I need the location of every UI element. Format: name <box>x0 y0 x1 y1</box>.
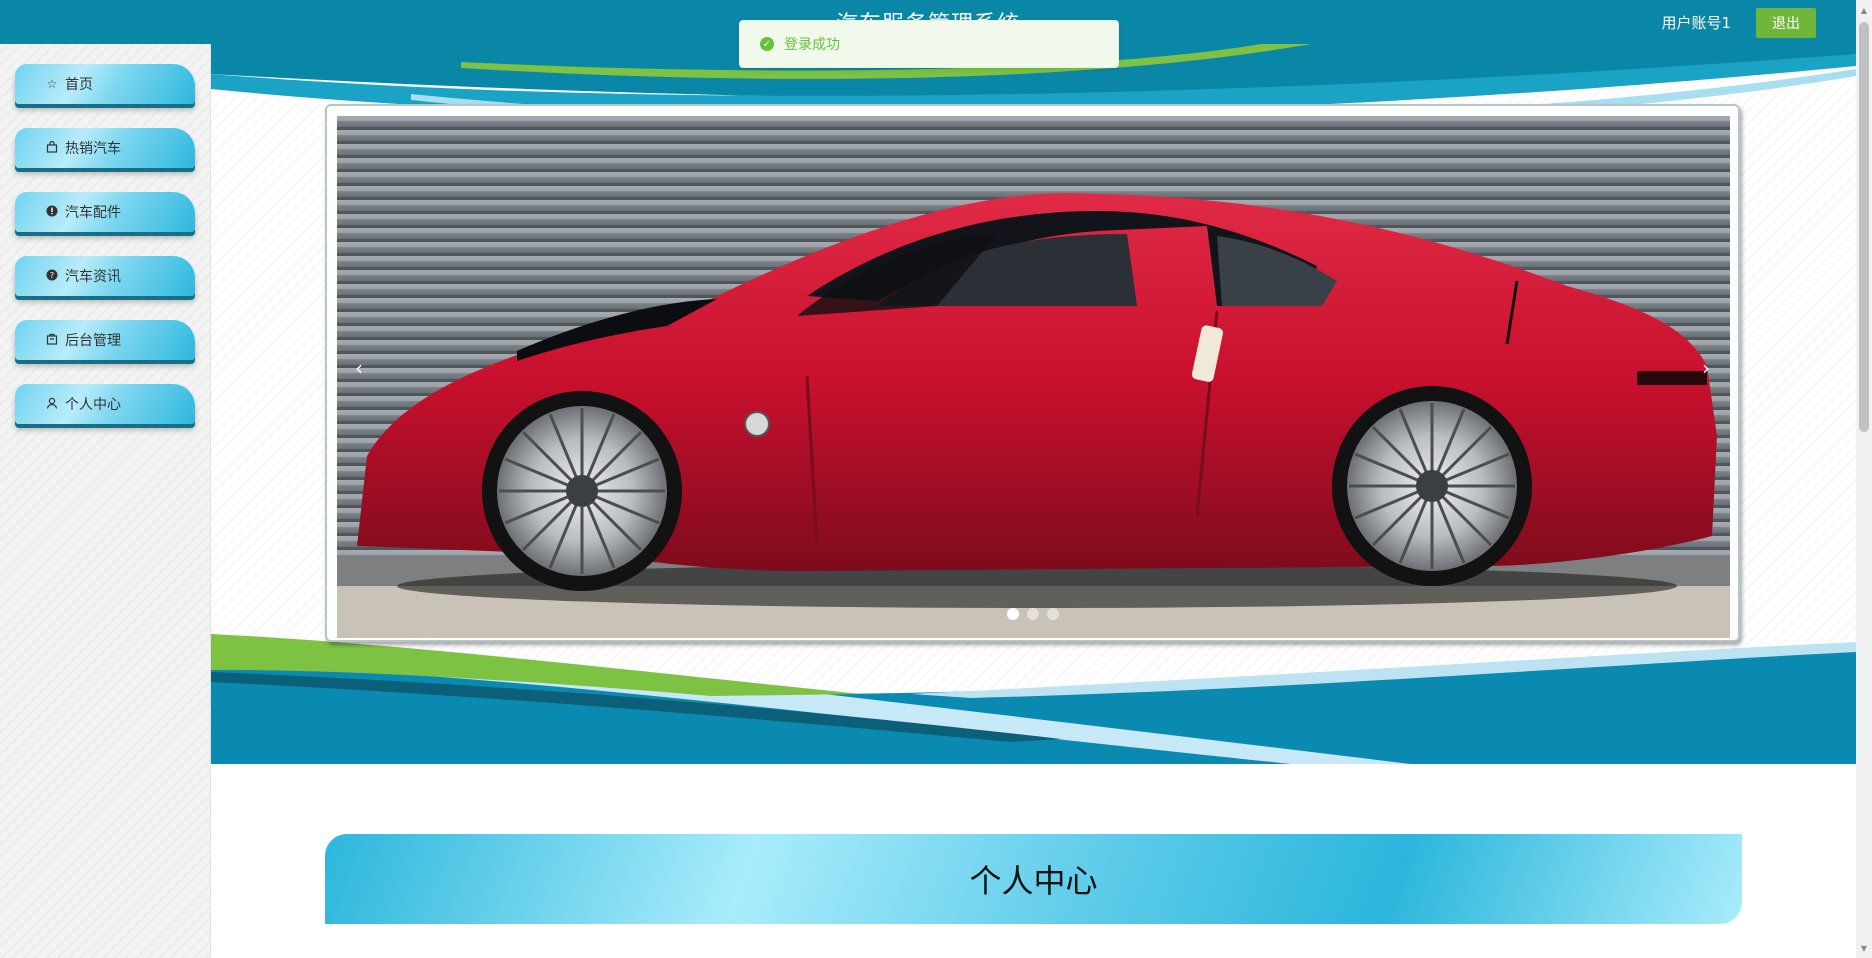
section-title-banner: 个人中心 <box>325 834 1742 924</box>
box-icon <box>45 333 59 348</box>
sidebar-item-label: 热销汽车 <box>65 141 121 157</box>
logout-button[interactable]: 退出 <box>1756 8 1816 38</box>
carousel-next-arrow[interactable]: › <box>1702 356 1710 380</box>
scroll-up-arrow-icon[interactable]: ▲ <box>1856 2 1872 18</box>
sidebar-item-label: 汽车资讯 <box>65 269 121 285</box>
sidebar-item-label: 后台管理 <box>65 333 121 349</box>
sidebar-item-label: 个人中心 <box>65 397 121 413</box>
user-icon <box>45 397 59 412</box>
sidebar-item-label: 汽车配件 <box>65 205 121 221</box>
carousel-dot-1[interactable] <box>1007 608 1019 620</box>
svg-text:?: ? <box>50 271 54 280</box>
toast-message: 登录成功 <box>784 37 840 53</box>
scroll-down-arrow-icon[interactable]: ▼ <box>1856 940 1872 956</box>
star-icon: ☆ <box>46 77 58 91</box>
sidebar-item-admin[interactable]: 后台管理 <box>15 320 195 360</box>
info-icon <box>45 205 59 220</box>
carousel-dot-3[interactable] <box>1047 608 1059 620</box>
carousel-prev-arrow[interactable]: ‹ <box>355 356 363 380</box>
bag-icon <box>45 140 59 156</box>
check-circle-icon: ✓ <box>760 37 774 51</box>
sidebar-item-hot-cars[interactable]: 热销汽车 <box>15 128 195 168</box>
section-title: 个人中心 <box>969 862 1098 900</box>
sidebar-item-car-parts[interactable]: 汽车配件 <box>15 192 195 232</box>
carousel-dot-2[interactable] <box>1027 608 1039 620</box>
sidebar-item-car-news[interactable]: ? 汽车资讯 <box>15 256 195 296</box>
scrollbar-thumb[interactable] <box>1859 22 1869 432</box>
question-icon: ? <box>45 269 59 284</box>
carousel: ‹ › <box>325 104 1740 642</box>
carousel-slide-car-image <box>337 116 1730 638</box>
sidebar: ☆ 首页 热销汽车 汽车配件 ? 汽车资讯 后台管理 个人中心 <box>0 44 211 958</box>
login-success-toast: ✓ 登录成功 <box>739 20 1119 68</box>
sidebar-item-profile[interactable]: 个人中心 <box>15 384 195 424</box>
carousel-indicators <box>1007 608 1059 620</box>
page-scrollbar[interactable]: ▲ ▼ <box>1856 0 1872 958</box>
bottom-wave-decoration <box>211 634 1856 764</box>
user-account-label: 用户账号1 <box>1661 14 1731 32</box>
sidebar-item-label: 首页 <box>65 77 93 93</box>
main-content: ‹ › 个人中心 <box>211 44 1856 958</box>
sidebar-item-home[interactable]: ☆ 首页 <box>15 64 195 104</box>
